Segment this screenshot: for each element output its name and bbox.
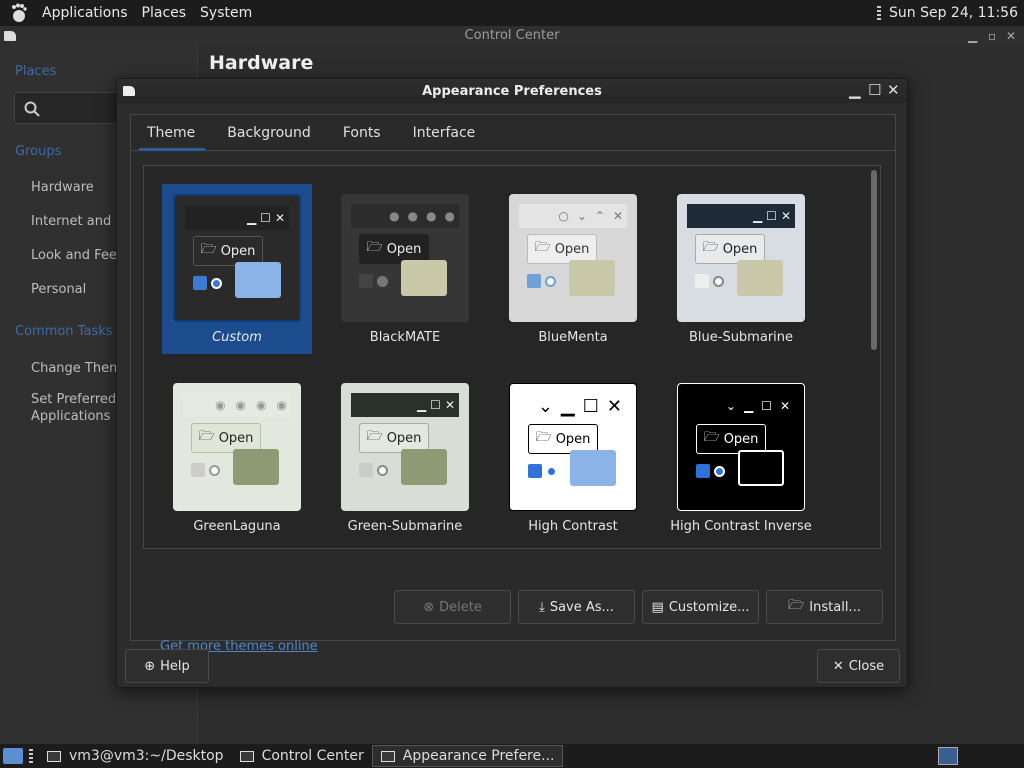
window-icon bbox=[380, 750, 395, 762]
maximize-icon[interactable]: ☐ bbox=[868, 81, 881, 99]
theme-label: Blue-Submarine bbox=[688, 330, 794, 345]
folder-icon: 🗁 bbox=[200, 242, 217, 257]
tab-panel: Theme Background Fonts Interface ▁ ☐ ✕ 🗁 Op… bbox=[130, 114, 896, 654]
help-button[interactable]: ⊕ Help bbox=[125, 649, 209, 683]
tab-background[interactable]: Background bbox=[211, 115, 327, 150]
theme-thumbnail: ▁ ☐ ✕ 🗁 Open bbox=[341, 383, 469, 511]
save-icon: ⤓ bbox=[539, 599, 545, 615]
delete-icon: ⊗ bbox=[423, 599, 435, 615]
theme-thumbnail: ▁ ☐ ✕ 🗁 Open bbox=[173, 194, 301, 322]
clock[interactable]: Sun Sep 24, 11:56 bbox=[889, 5, 1018, 21]
control-center-titlebar: Control Center ▁ ▫ ✕ bbox=[0, 26, 1024, 46]
customize-icon: ▤ bbox=[651, 599, 664, 615]
theme-item-blackmate[interactable]: ● ● ● ● 🗁 Open BlackMATE bbox=[330, 184, 480, 354]
panel-grip-icon bbox=[877, 6, 882, 20]
checkbox-icon bbox=[193, 276, 207, 290]
theme-label: High Contrast Inverse bbox=[670, 519, 812, 534]
show-desktop-icon[interactable] bbox=[3, 748, 23, 764]
close-icon[interactable]: ✕ bbox=[887, 81, 900, 99]
task-control-center[interactable]: Control Center bbox=[232, 745, 372, 767]
terminal-icon bbox=[47, 750, 61, 762]
close-icon[interactable]: ✕ bbox=[1006, 26, 1016, 46]
panel-grip-icon bbox=[29, 749, 33, 763]
theme-item-blue-submarine[interactable]: ▁ ☐ ✕ 🗁 Open Blue-Submarine bbox=[666, 184, 816, 354]
control-center-title: Control Center bbox=[464, 28, 560, 43]
folder-icon bbox=[401, 260, 447, 296]
sidebar-item-internet[interactable]: Internet and N bbox=[31, 214, 125, 229]
section-title: Hardware bbox=[209, 52, 314, 74]
tab-fonts[interactable]: Fonts bbox=[327, 115, 397, 150]
theme-thumbnail: ▁ ☐ ✕ 🗁 Open bbox=[677, 194, 805, 322]
top-panel: Applications Places System Sun Sep 24, 1… bbox=[0, 0, 1024, 26]
folder-icon bbox=[235, 262, 281, 298]
radio-icon bbox=[211, 278, 222, 289]
task-appearance-preferences[interactable]: Appearance Prefere... bbox=[371, 745, 564, 767]
task-set-preferred[interactable]: Set Preferred bbox=[31, 392, 116, 407]
theme-thumbnail: ● ● ● ● 🗁 Open bbox=[341, 194, 469, 322]
dialog-titlebar: Appearance Preferences ▁ ☐ ✕ bbox=[117, 79, 907, 103]
task-terminal[interactable]: vm3@vm3:~/Desktop bbox=[39, 745, 232, 767]
maximize-icon[interactable]: ▫ bbox=[988, 26, 996, 46]
tab-interface[interactable]: Interface bbox=[397, 115, 492, 150]
appearance-dialog: Appearance Preferences ▁ ☐ ✕ Theme Backg… bbox=[116, 78, 908, 688]
theme-label: High Contrast bbox=[528, 519, 618, 534]
bottom-taskbar: vm3@vm3:~/Desktop Control Center Appeara… bbox=[0, 744, 1024, 768]
sidebar-heading-common-tasks: Common Tasks bbox=[15, 324, 113, 339]
theme-label: BlueMenta bbox=[538, 330, 608, 345]
task-change-theme[interactable]: Change Them bbox=[31, 361, 122, 376]
theme-item-green-submarine[interactable]: ▁ ☐ ✕ 🗁 Open Green-Submarine bbox=[330, 373, 480, 543]
folder-icon bbox=[401, 449, 447, 485]
theme-thumbnail: ◉ ◉ ◉ ◉ 🗁 Open bbox=[173, 383, 301, 511]
theme-item-bluementa[interactable]: ○ ⌄ ⌃ ✕ 🗁 Open BlueMenta bbox=[498, 184, 648, 354]
theme-label: GreenLaguna bbox=[193, 519, 281, 534]
minimize-icon[interactable]: ▁ bbox=[968, 26, 977, 46]
gnome-foot-icon[interactable] bbox=[9, 3, 29, 23]
minimize-icon[interactable]: ▁ bbox=[849, 81, 861, 99]
theme-item-high-contrast-inverse[interactable]: ⌄ ▁ ☐ ✕ 🗁 Open High Contrast Inverse bbox=[666, 373, 816, 543]
menu-system[interactable]: System bbox=[193, 5, 259, 21]
window-icon bbox=[123, 86, 135, 96]
delete-button[interactable]: ⊗ Delete bbox=[394, 590, 511, 624]
folder-icon bbox=[569, 260, 615, 296]
window-icon bbox=[239, 750, 254, 762]
close-button[interactable]: ✕ Close bbox=[817, 649, 900, 683]
sidebar-heading-groups: Groups bbox=[15, 144, 62, 159]
theme-thumbnail: ⌄ ▁ ☐ ✕ 🗁 Open bbox=[677, 383, 805, 511]
folder-icon bbox=[738, 450, 784, 486]
theme-item-greenlaguna[interactable]: ◉ ◉ ◉ ◉ 🗁 Open GreenLaguna bbox=[162, 373, 312, 543]
workspace-switcher-icon[interactable] bbox=[938, 747, 958, 765]
folder-icon bbox=[737, 260, 783, 296]
theme-item-high-contrast[interactable]: ⌄ ▁ ☐ ✕ 🗁 Open High Contrast bbox=[498, 373, 648, 543]
theme-label: Green-Submarine bbox=[347, 519, 463, 534]
install-button[interactable]: 🗁 Install... bbox=[766, 590, 883, 624]
scrollbar[interactable] bbox=[871, 170, 877, 350]
theme-label: Custom bbox=[212, 330, 262, 345]
help-icon: ⊕ bbox=[144, 658, 156, 674]
menu-applications[interactable]: Applications bbox=[35, 5, 135, 21]
theme-thumbnail: ⌄ ▁ ☐ ✕ 🗁 Open bbox=[509, 383, 637, 511]
task-applications[interactable]: Applications bbox=[31, 409, 110, 424]
folder-icon bbox=[570, 450, 616, 486]
search-icon bbox=[24, 101, 40, 117]
customize-button[interactable]: ▤ Customize... bbox=[642, 590, 759, 624]
close-icon: ✕ bbox=[832, 658, 844, 674]
dialog-title: Appearance Preferences bbox=[422, 83, 602, 99]
menu-places[interactable]: Places bbox=[135, 5, 194, 21]
sidebar-heading-places: Places bbox=[15, 64, 57, 79]
tab-bar: Theme Background Fonts Interface bbox=[131, 115, 895, 151]
theme-thumbnail: ○ ⌄ ⌃ ✕ 🗁 Open bbox=[509, 194, 637, 322]
folder-open-icon: 🗁 bbox=[788, 598, 805, 613]
sidebar-item-look-and-feel[interactable]: Look and Feel bbox=[31, 248, 121, 263]
sidebar-item-hardware[interactable]: Hardware bbox=[31, 180, 94, 195]
sidebar-item-personal[interactable]: Personal bbox=[31, 282, 86, 297]
folder-icon bbox=[233, 449, 279, 485]
theme-grid[interactable]: ▁ ☐ ✕ 🗁 Open Custom ● ● ● ● 🗁 Open BlackMATE bbox=[143, 165, 881, 549]
theme-item-custom[interactable]: ▁ ☐ ✕ 🗁 Open Custom bbox=[162, 184, 312, 354]
window-icon bbox=[4, 31, 16, 41]
save-as-button[interactable]: ⤓ Save As... bbox=[518, 590, 635, 624]
tab-theme[interactable]: Theme bbox=[131, 115, 211, 151]
theme-label: BlackMATE bbox=[369, 330, 441, 345]
